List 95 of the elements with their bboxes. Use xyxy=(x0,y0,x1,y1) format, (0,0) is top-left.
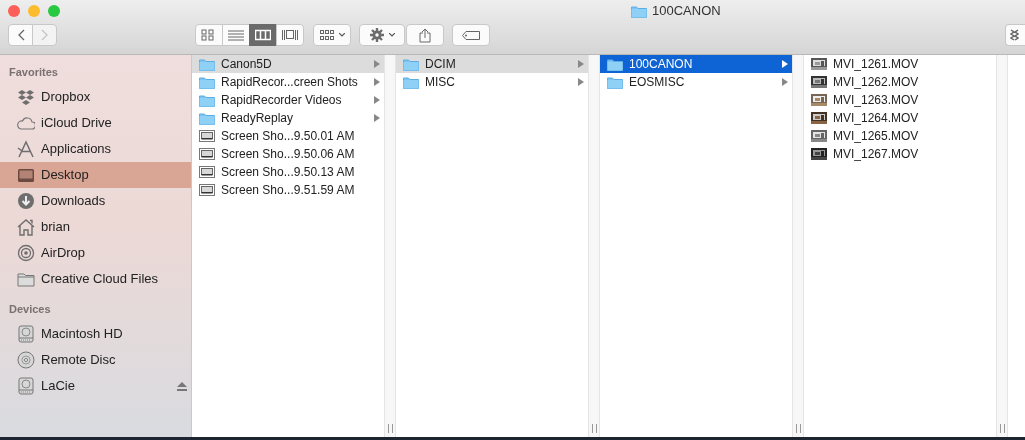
eject-icon[interactable] xyxy=(177,381,187,391)
sidebar-item[interactable]: Desktop xyxy=(0,162,191,188)
disclosure-arrow-icon xyxy=(374,60,380,68)
folder-icon xyxy=(607,57,623,71)
grid-icon xyxy=(201,29,217,41)
close-button[interactable] xyxy=(8,5,20,17)
folder-icon xyxy=(403,75,419,89)
folder-icon xyxy=(403,57,419,71)
image-file-icon xyxy=(199,165,215,179)
file-row[interactable]: MISC xyxy=(396,73,588,91)
column-resize-handle[interactable] xyxy=(387,424,393,433)
folder-icon xyxy=(607,75,623,89)
cover-flow-icon xyxy=(282,29,298,41)
list-icon xyxy=(228,29,244,41)
icon-view-button[interactable] xyxy=(195,24,223,46)
folder-icon xyxy=(17,270,35,288)
image-file-icon xyxy=(199,129,215,143)
hard-drive-icon xyxy=(17,377,35,395)
disc-icon xyxy=(17,351,35,369)
desktop-icon xyxy=(17,166,35,184)
caret-icon xyxy=(388,33,395,37)
disclosure-arrow-icon xyxy=(578,60,584,68)
column-resize-handle[interactable] xyxy=(999,424,1005,433)
window-title: 100CANON xyxy=(652,2,721,21)
dropbox-button[interactable] xyxy=(1005,24,1025,46)
sidebar-item[interactable]: AirDrop xyxy=(0,240,191,266)
image-file-icon xyxy=(199,147,215,161)
sidebar-item[interactable]: Applications xyxy=(0,136,191,162)
section-header: Favorites xyxy=(8,65,59,80)
file-row[interactable]: DCIM xyxy=(396,55,588,73)
sidebar-item[interactable]: iCloud Drive xyxy=(0,110,191,136)
folder-icon xyxy=(199,111,215,125)
chevron-right-icon xyxy=(40,29,49,41)
tag-icon xyxy=(462,30,480,40)
file-row[interactable]: MVI_1267.MOV xyxy=(804,145,996,163)
sidebar-item[interactable]: LaCie xyxy=(0,373,191,399)
image-file-icon xyxy=(199,183,215,197)
cloud-icon xyxy=(17,114,35,132)
disclosure-arrow-icon xyxy=(578,78,584,86)
disclosure-arrow-icon xyxy=(374,78,380,86)
folder-icon xyxy=(199,57,215,71)
house-icon xyxy=(17,218,35,236)
file-row[interactable]: ReadyReplay xyxy=(192,109,384,127)
applications-icon xyxy=(17,140,35,158)
back-button[interactable] xyxy=(8,24,33,46)
disclosure-arrow-icon xyxy=(782,60,788,68)
disclosure-arrow-icon xyxy=(374,114,380,122)
file-row[interactable]: Screen Sho...9.50.01 AM xyxy=(192,127,384,145)
settings-button[interactable] xyxy=(359,24,405,46)
folder-icon xyxy=(199,75,215,89)
columns-icon xyxy=(255,29,271,41)
folder-icon xyxy=(199,93,215,107)
file-row[interactable]: RapidRecorder Videos xyxy=(192,91,384,109)
file-row[interactable]: Screen Sho...9.51.59 AM xyxy=(192,181,384,199)
column-resize-handle[interactable] xyxy=(795,424,801,433)
download-icon xyxy=(17,192,35,210)
tag-button[interactable] xyxy=(452,24,490,46)
hard-drive-icon xyxy=(17,325,35,343)
sidebar-item[interactable]: Downloads xyxy=(0,188,191,214)
gear-icon xyxy=(369,28,384,42)
minimize-button[interactable] xyxy=(28,5,40,17)
column-resize-handle[interactable] xyxy=(591,424,597,433)
arrange-button[interactable] xyxy=(313,24,351,46)
disclosure-arrow-icon xyxy=(782,78,788,86)
chevron-left-icon xyxy=(16,29,25,41)
file-row[interactable]: MVI_1262.MOV xyxy=(804,73,996,91)
list-view-button[interactable] xyxy=(222,24,250,46)
sidebar-item[interactable]: Remote Disc xyxy=(0,347,191,373)
share-button[interactable] xyxy=(406,24,444,46)
zoom-button[interactable] xyxy=(48,5,60,17)
file-row[interactable]: MVI_1261.MOV xyxy=(804,55,996,73)
column-view-button[interactable] xyxy=(249,24,277,46)
caret-icon xyxy=(338,33,345,37)
file-row[interactable]: EOSMISC xyxy=(600,73,792,91)
sidebar-item[interactable]: brian xyxy=(0,214,191,240)
file-row[interactable]: Screen Sho...9.50.13 AM xyxy=(192,163,384,181)
file-row[interactable]: Screen Sho...9.50.06 AM xyxy=(192,145,384,163)
folder-icon xyxy=(631,4,647,18)
file-row[interactable]: Canon5D xyxy=(192,55,384,73)
file-row[interactable]: MVI_1264.MOV xyxy=(804,109,996,127)
file-row[interactable]: MVI_1263.MOV xyxy=(804,91,996,109)
cover-flow-button[interactable] xyxy=(276,24,304,46)
dropbox-icon xyxy=(1010,29,1019,41)
grid-icon xyxy=(319,30,334,40)
sidebar-item[interactable]: Macintosh HD xyxy=(0,321,191,347)
airdrop-icon xyxy=(17,244,35,262)
disclosure-arrow-icon xyxy=(374,96,380,104)
file-row[interactable]: MVI_1265.MOV xyxy=(804,127,996,145)
file-row[interactable]: 100CANON xyxy=(600,55,792,73)
dropbox-icon xyxy=(17,88,35,106)
share-icon xyxy=(419,27,431,43)
sidebar-item[interactable]: Dropbox xyxy=(0,84,191,110)
file-row[interactable]: RapidRecor...creen Shots xyxy=(192,73,384,91)
sidebar-item[interactable]: Creative Cloud Files xyxy=(0,266,191,292)
section-header: Devices xyxy=(8,302,52,317)
